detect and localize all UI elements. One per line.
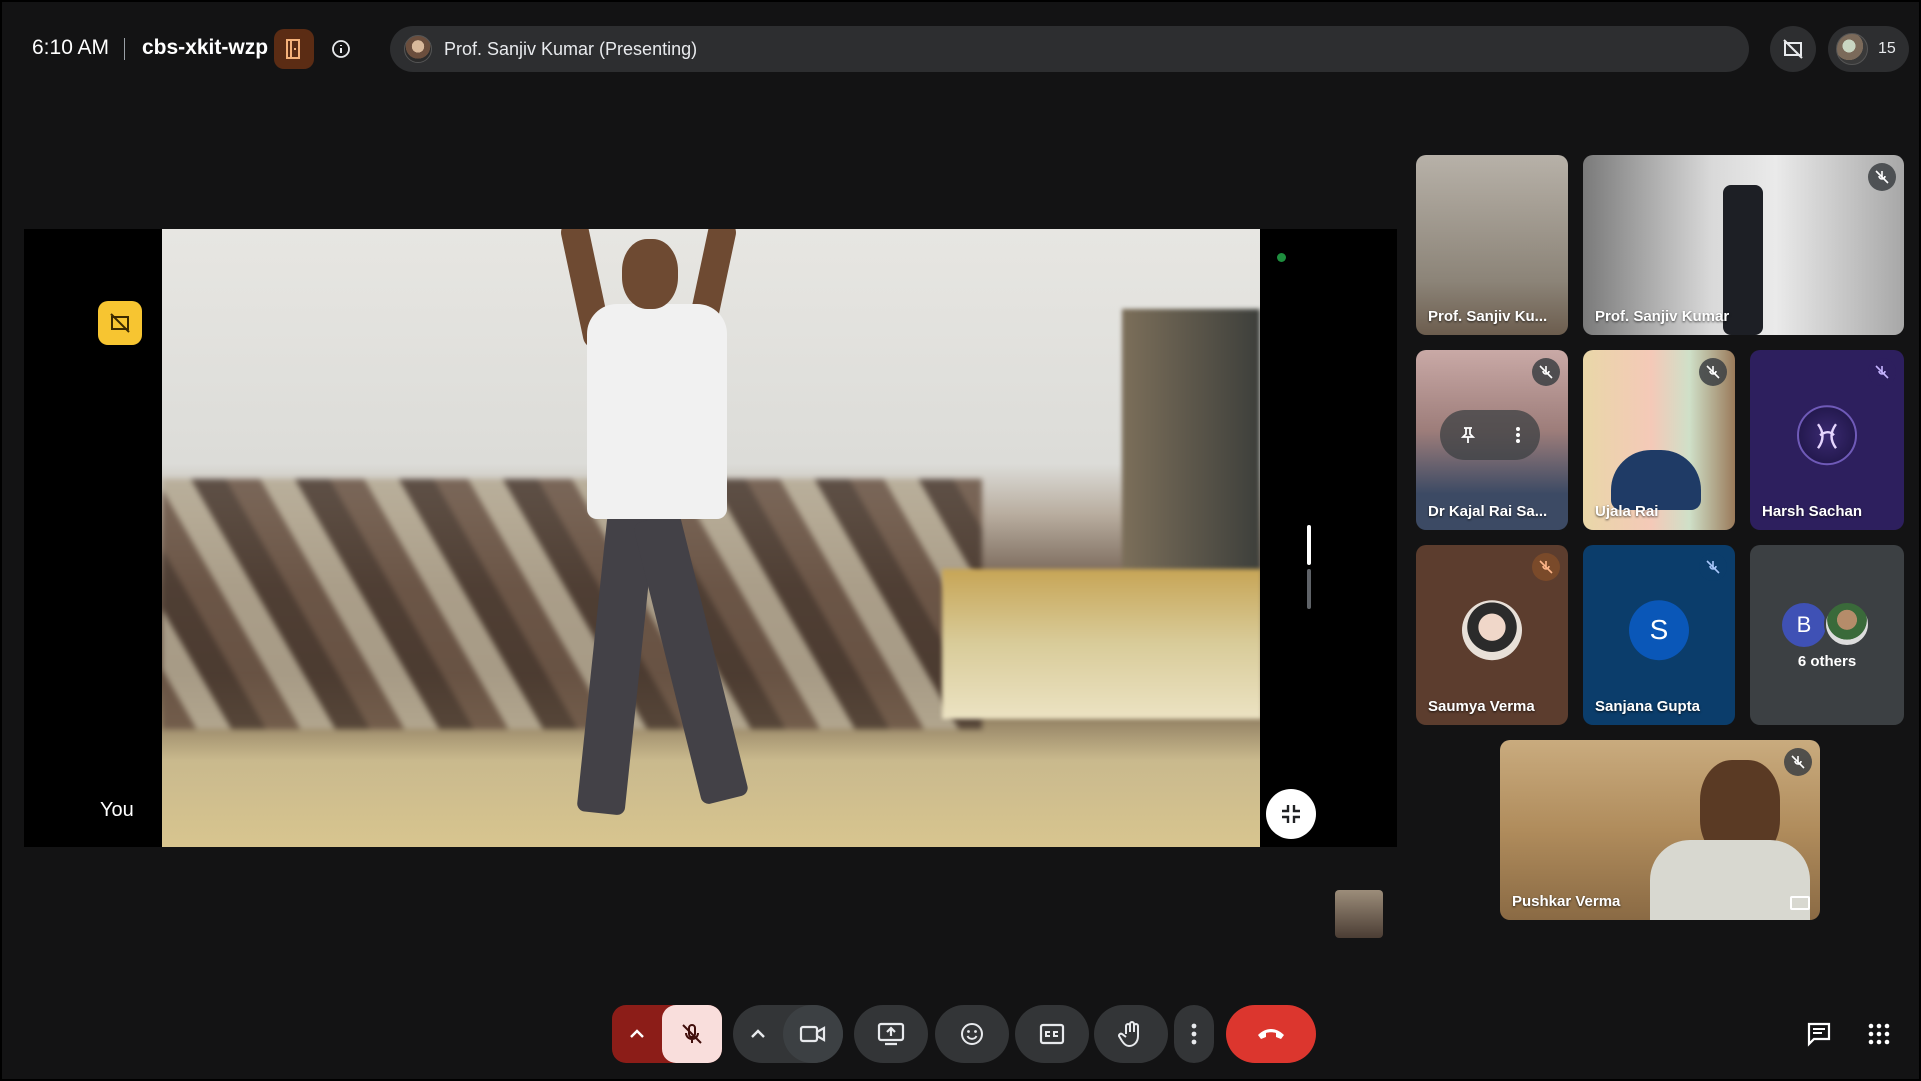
mic-off-icon	[1868, 358, 1896, 386]
avatar	[1824, 601, 1870, 647]
captions-icon	[1039, 1023, 1065, 1045]
meeting-info-button[interactable]	[328, 36, 354, 62]
participant-name: Saumya Verma	[1428, 698, 1535, 715]
more-vert-icon[interactable]	[1515, 426, 1521, 444]
no-signal-icon	[1783, 39, 1803, 59]
avatar: S	[1629, 600, 1689, 661]
door-icon	[286, 39, 300, 59]
meeting-time: 6:10 AM	[32, 36, 110, 59]
raise-hand-button[interactable]	[1094, 1005, 1168, 1063]
presenter-banner[interactable]: Prof. Sanjiv Kumar (Presenting)	[390, 26, 1749, 72]
mic-off-icon	[1532, 553, 1560, 581]
leave-call-button[interactable]	[1226, 1005, 1316, 1063]
avatar: B	[1782, 603, 1826, 647]
more-vert-icon	[1191, 1023, 1197, 1045]
participants-avatar	[1836, 33, 1868, 65]
captions-button[interactable]	[1015, 1005, 1089, 1063]
participant-name: Prof. Sanjiv Ku...	[1428, 308, 1548, 325]
camera-toggle-button[interactable]	[783, 1005, 843, 1063]
host-controls-button[interactable]	[274, 29, 314, 69]
call-end-icon	[1258, 1029, 1284, 1039]
participant-name: Dr Kajal Rai Sa...	[1428, 503, 1548, 520]
mic-off-icon	[1868, 163, 1896, 191]
speaking-indicator	[1277, 253, 1286, 262]
present-icon	[877, 1022, 905, 1046]
present-button[interactable]	[854, 1005, 928, 1063]
avatar	[1797, 405, 1857, 466]
audio-options-button[interactable]	[612, 1005, 662, 1063]
apps-icon	[1868, 1023, 1890, 1045]
participant-tile[interactable]: Pushkar Verma	[1500, 740, 1820, 920]
presenter-label: Prof. Sanjiv Kumar (Presenting)	[444, 38, 698, 59]
no-signal-icon	[110, 313, 130, 333]
self-video-feed	[162, 229, 1260, 847]
participant-shirt	[1650, 840, 1810, 920]
no-signal-badge[interactable]	[98, 301, 142, 345]
main-video-stage[interactable]: You	[24, 229, 1397, 847]
participant-tile[interactable]: Saumya Verma	[1416, 545, 1568, 725]
others-label: 6 others	[1797, 653, 1857, 670]
top-bar: 6:10 AM cbs-xkit-wzp Prof. Sanjiv Kumar …	[2, 2, 1919, 94]
mic-control-group	[612, 1005, 722, 1063]
mic-off-icon	[1699, 358, 1727, 386]
participant-tile[interactable]: Dr Kajal Rai Sa...	[1416, 350, 1568, 530]
video-options-button[interactable]	[733, 1005, 783, 1063]
camera-control-group	[733, 1005, 843, 1063]
videocam-icon	[799, 1025, 826, 1043]
participant-tile[interactable]: Prof. Sanjiv Ku...	[1416, 155, 1568, 335]
meeting-code[interactable]: cbs-xkit-wzp	[142, 36, 268, 60]
participant-tile[interactable]: S Sanjana Gupta	[1583, 545, 1735, 725]
participant-count: 15	[1878, 40, 1896, 57]
mic-off-icon	[1532, 358, 1560, 386]
participant-name: Ujala Rai	[1595, 503, 1659, 520]
volume-bar	[1307, 525, 1311, 565]
participant-name: Harsh Sachan	[1762, 503, 1863, 520]
mic-off-icon	[682, 1023, 702, 1044]
mic-toggle-button[interactable]	[662, 1005, 722, 1063]
avatar	[1462, 600, 1522, 661]
divider	[124, 38, 125, 60]
minimize-button[interactable]	[1266, 789, 1316, 839]
person-figure	[542, 229, 762, 829]
activities-button[interactable]	[1856, 1011, 1902, 1057]
chevron-up-icon	[630, 1029, 644, 1038]
chat-button[interactable]	[1796, 1011, 1842, 1057]
chevron-up-icon	[751, 1029, 765, 1038]
pin-icon[interactable]	[1459, 426, 1477, 444]
mic-off-icon	[1784, 748, 1812, 776]
self-thumbnail[interactable]	[1335, 890, 1383, 938]
info-icon	[332, 40, 350, 58]
background-sofa-right	[942, 569, 1260, 719]
participant-tile[interactable]: Ujala Rai	[1583, 350, 1735, 530]
screen-share-icon	[1790, 896, 1810, 910]
hand-icon	[1118, 1021, 1139, 1048]
emoji-icon	[961, 1023, 983, 1045]
mic-off-icon	[1699, 553, 1727, 581]
participant-tile[interactable]: Harsh Sachan	[1750, 350, 1904, 530]
participant-name: Pushkar Verma	[1512, 893, 1621, 910]
no-signal-button[interactable]	[1770, 26, 1816, 72]
volume-bar-track	[1307, 569, 1311, 609]
tile-hover-controls[interactable]	[1440, 410, 1540, 460]
reactions-button[interactable]	[935, 1005, 1009, 1063]
minimize-icon	[1282, 805, 1300, 823]
participants-button[interactable]: 15	[1828, 26, 1909, 72]
participant-name: Prof. Sanjiv Kumar	[1595, 308, 1730, 325]
self-label: You	[100, 799, 134, 821]
more-options-button[interactable]	[1174, 1005, 1214, 1063]
participant-figure	[1611, 450, 1701, 510]
participant-name: Sanjana Gupta	[1595, 698, 1701, 715]
presenter-avatar	[404, 35, 432, 63]
participant-tile[interactable]: Prof. Sanjiv Kumar	[1583, 155, 1904, 335]
chat-icon	[1807, 1022, 1831, 1047]
others-tile[interactable]: B 6 others	[1750, 545, 1904, 725]
